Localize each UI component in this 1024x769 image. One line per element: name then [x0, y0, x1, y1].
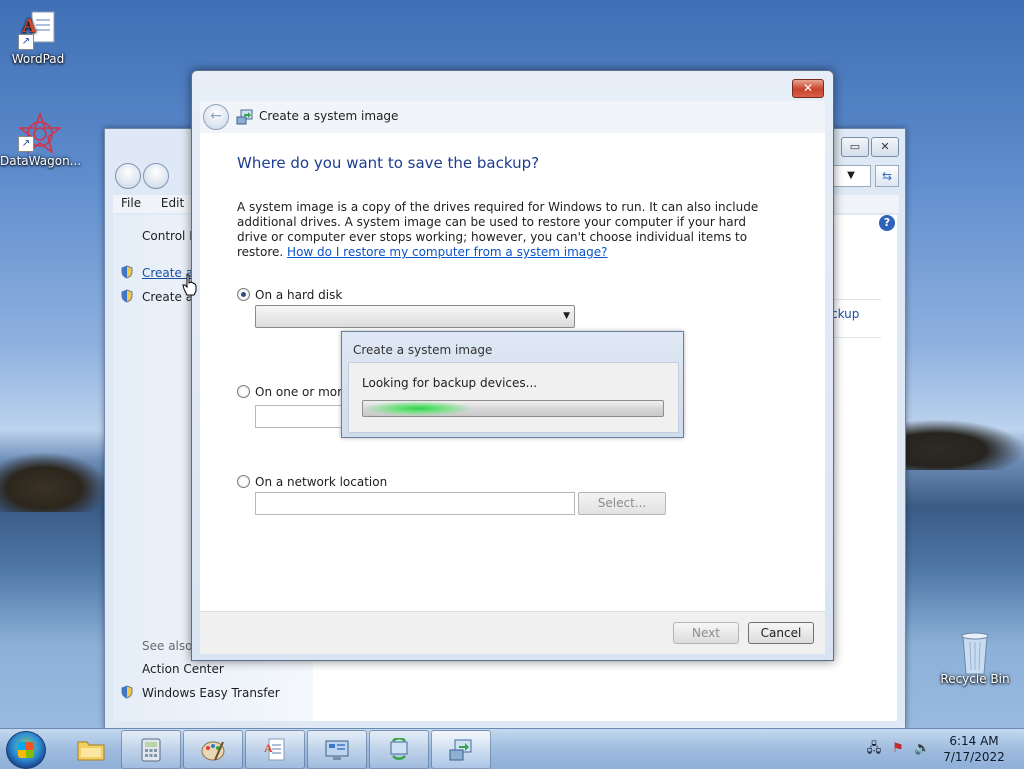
wordpad-icon: A — [263, 738, 287, 762]
backup-restore-icon — [387, 737, 411, 762]
popup-title: Create a system image — [353, 343, 493, 357]
select-button[interactable]: Select... — [578, 492, 666, 515]
control-panel-home-link[interactable]: Control P — [142, 229, 196, 243]
desktop-icon-label: DataWagon... — [0, 154, 82, 168]
action-center-flag-icon[interactable]: ⚑ — [890, 741, 906, 757]
taskbar-explorer[interactable] — [60, 730, 118, 767]
cancel-button[interactable]: Cancel — [748, 622, 814, 644]
refresh-icon[interactable]: ⇆ — [875, 165, 899, 187]
progress-popup: Create a system image Looking for backup… — [341, 331, 684, 438]
volume-icon[interactable]: 🔈 — [914, 741, 930, 757]
backup-link-fragment[interactable]: ckup — [831, 307, 859, 321]
progress-marquee — [363, 401, 473, 416]
dialog-footer: Next Cancel — [200, 611, 825, 654]
page-heading: Where do you want to save the backup? — [237, 154, 540, 172]
address-dropdown[interactable]: ▼ — [831, 165, 871, 187]
option-hard-disk[interactable]: On a hard disk — [237, 288, 342, 302]
action-center-link[interactable]: Action Center — [142, 662, 224, 676]
hand-cursor-icon — [182, 274, 198, 299]
close-button[interactable]: ✕ — [792, 79, 824, 98]
dialog-header: ← Create a system image — [200, 101, 825, 134]
uac-shield-icon — [120, 289, 134, 303]
clock[interactable]: 6:14 AM 7/17/2022 — [938, 733, 1010, 765]
network-location-field[interactable] — [255, 492, 575, 515]
option-network[interactable]: On a network location — [237, 475, 387, 489]
hard-disk-dropdown[interactable]: ▼ — [255, 305, 575, 328]
close-button[interactable]: ✕ — [871, 137, 899, 157]
system-image-icon — [449, 738, 473, 762]
progress-bar — [362, 400, 664, 417]
taskbar-paint[interactable] — [183, 730, 243, 769]
desktop-icon-wordpad[interactable]: A ↗ WordPad — [0, 10, 76, 66]
uac-shield-icon — [120, 265, 134, 279]
back-arrow-icon[interactable] — [115, 163, 141, 189]
taskbar-wordpad[interactable]: A — [245, 730, 305, 769]
desktop-icon-datawagon[interactable]: ↗ DataWagon... — [0, 111, 82, 168]
divider — [831, 337, 881, 338]
clock-date: 7/17/2022 — [943, 750, 1005, 764]
menu-edit[interactable]: Edit — [153, 195, 192, 211]
maximize-button[interactable]: ▭ — [841, 137, 869, 157]
calculator-icon — [139, 738, 163, 762]
option-hard-disk-label: On a hard disk — [255, 288, 343, 302]
folder-icon — [77, 737, 105, 761]
backup-icon — [236, 108, 254, 126]
desktop-icon-recycle-bin[interactable]: Recycle Bin — [936, 630, 1014, 686]
windows-easy-transfer-link[interactable]: Windows Easy Transfer — [120, 685, 280, 700]
restore-help-link[interactable]: How do I restore my computer from a syst… — [287, 245, 607, 259]
option-dvds[interactable]: On one or more — [237, 385, 349, 399]
divider — [831, 299, 881, 300]
next-button[interactable]: Next — [673, 622, 739, 644]
dialog-title: Create a system image — [259, 109, 399, 123]
datawagon-icon: ↗ — [17, 111, 63, 155]
taskbar: A 🖧 ⚑ 🔈 6:14 AM 7/17/2022 — [0, 728, 1024, 769]
window-caption-buttons: ▭ ✕ — [841, 137, 899, 157]
wordpad-icon: A ↗ — [18, 10, 58, 50]
chevron-down-icon: ▼ — [563, 311, 570, 321]
desktop-icon-label: WordPad — [11, 52, 65, 66]
control-panel-icon — [325, 738, 349, 762]
option-network-label: On a network location — [255, 475, 388, 489]
popup-message: Looking for backup devices... — [362, 376, 538, 390]
taskbar-backup-restore[interactable] — [369, 730, 429, 769]
radio-network[interactable] — [237, 475, 250, 488]
radio-dvds[interactable] — [237, 385, 250, 398]
taskbar-create-system-image[interactable] — [431, 730, 491, 769]
menu-file[interactable]: File — [113, 195, 149, 211]
start-button[interactable] — [6, 731, 46, 769]
clock-time: 6:14 AM — [949, 734, 999, 748]
option-dvds-label: On one or more — [255, 385, 350, 399]
svg-text:A: A — [264, 741, 273, 755]
popup-body: Looking for backup devices... — [348, 362, 679, 433]
recycle-bin-icon — [955, 630, 995, 675]
forward-arrow-icon[interactable] — [143, 163, 169, 189]
shortcut-arrow-icon: ↗ — [18, 34, 34, 50]
shortcut-arrow-icon: ↗ — [18, 136, 34, 152]
system-tray: 🖧 ⚑ 🔈 6:14 AM 7/17/2022 — [860, 729, 1024, 769]
radio-hard-disk[interactable] — [237, 288, 250, 301]
back-arrow-icon[interactable]: ← — [203, 104, 229, 130]
wallpaper-rocks-left — [0, 452, 110, 512]
paint-icon — [201, 738, 225, 762]
taskbar-calculator[interactable] — [121, 730, 181, 769]
uac-shield-icon — [120, 685, 134, 699]
windows-easy-transfer-label: Windows Easy Transfer — [142, 686, 280, 700]
windows-logo-icon — [18, 742, 34, 758]
see-also-heading: See also — [142, 639, 193, 653]
wallpaper-rocks-right — [900, 420, 1024, 470]
help-icon[interactable]: ? — [879, 215, 895, 231]
description-text: A system image is a copy of the drives r… — [237, 200, 777, 260]
taskbar-control-panel[interactable] — [307, 730, 367, 769]
network-icon[interactable]: 🖧 — [866, 741, 882, 757]
